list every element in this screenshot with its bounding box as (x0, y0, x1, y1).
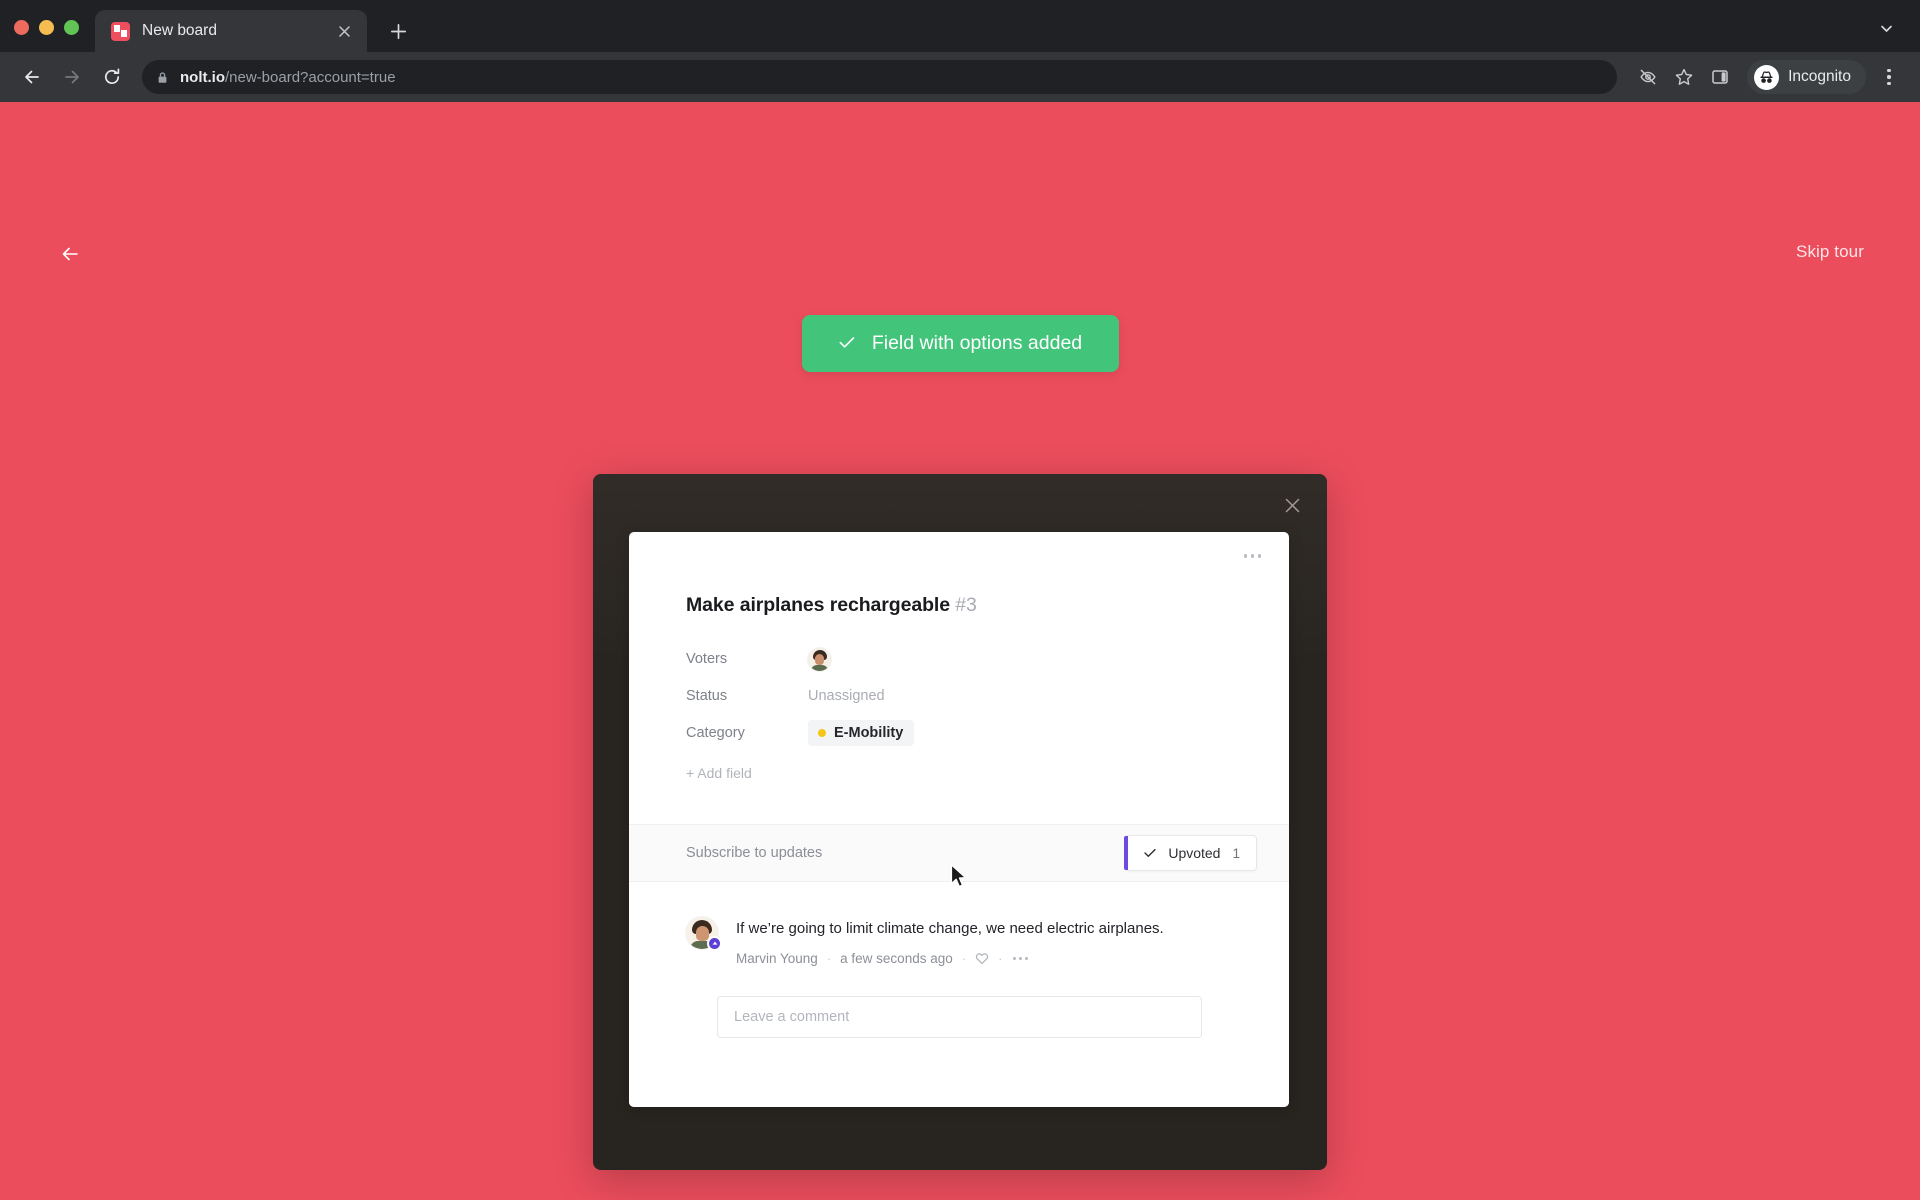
incognito-label: Incognito (1788, 68, 1851, 85)
new-tab-button[interactable] (381, 14, 415, 48)
eye-off-icon[interactable] (1631, 60, 1665, 94)
toast-notification: Field with options added (802, 315, 1119, 372)
upvote-badge-icon (707, 936, 722, 951)
plus-icon (390, 23, 406, 39)
chevron-down-icon (1880, 25, 1892, 32)
browser-window: New board nolt.io/new-board?account=true (0, 0, 1920, 1200)
comment-text: If we’re going to limit climate change, … (736, 920, 1164, 937)
side-panel-icon[interactable] (1703, 60, 1737, 94)
page-title: Make airplanes rechargeable #3 (686, 594, 1289, 617)
field-list: Voters Status Unassigned Category E-Mobi… (686, 641, 1289, 751)
arrow-left-icon (62, 247, 78, 261)
comment-input[interactable]: Leave a comment (717, 995, 1202, 1038)
post-title-text: Make airplanes rechargeable (686, 594, 950, 616)
check-icon (1144, 846, 1157, 861)
upvote-count: 1 (1232, 845, 1240, 861)
page-back-button[interactable] (53, 237, 87, 271)
more-horizontal-icon[interactable] (1238, 546, 1268, 566)
comment-main: If we’re going to limit climate change, … (736, 917, 1164, 966)
tab-strip: New board (0, 0, 1920, 52)
category-dot-icon (818, 729, 826, 737)
url-text: nolt.io/new-board?account=true (180, 69, 396, 86)
back-button[interactable] (14, 59, 50, 95)
heart-icon[interactable] (975, 952, 989, 965)
meta-separator: · (998, 950, 1003, 966)
toast-message: Field with options added (871, 332, 1083, 354)
upvote-label: Upvoted (1168, 845, 1221, 861)
close-window-button[interactable] (14, 20, 29, 35)
skip-tour-link[interactable]: Skip tour (1796, 242, 1864, 262)
field-row-category[interactable]: Category E-Mobility (686, 715, 1289, 751)
subscribe-bar-wrapper: Subscribe to updates Upvoted 1 (629, 824, 1289, 882)
more-horizontal-icon[interactable] (1011, 953, 1030, 964)
upvote-button[interactable]: Upvoted 1 (1124, 835, 1257, 871)
lock-icon (156, 71, 169, 84)
browser-toolbar: nolt.io/new-board?account=true Incognito (0, 52, 1920, 102)
subscribe-to-updates-button[interactable]: Subscribe to updates (686, 845, 822, 861)
reload-icon (104, 68, 120, 85)
kebab-menu-icon[interactable] (1872, 60, 1906, 94)
subscribe-bar: Subscribe to updates Upvoted 1 (629, 824, 1289, 882)
check-icon (839, 334, 855, 354)
close-icon[interactable] (1277, 490, 1307, 520)
field-value-status: Unassigned (808, 688, 885, 704)
page-content: Skip tour Field with options added Make … (0, 102, 1920, 1200)
browser-tab[interactable]: New board (95, 10, 367, 52)
field-label: Status (686, 688, 728, 704)
comment-timestamp: a few seconds ago (840, 950, 953, 966)
post-details: Make airplanes rechargeable #3 Voters St… (629, 532, 1289, 781)
meta-separator: · (961, 950, 967, 966)
tab-title: New board (142, 22, 217, 39)
incognito-icon (1754, 64, 1780, 90)
nolt-favicon (111, 21, 130, 41)
url-path: /new-board?account=true (225, 68, 396, 86)
post-modal: Make airplanes rechargeable #3 Voters St… (593, 474, 1327, 1170)
window-controls (14, 20, 95, 52)
field-label: Voters (686, 651, 728, 667)
field-row-status[interactable]: Status Unassigned (686, 678, 1289, 714)
meta-separator: · (826, 950, 832, 966)
post-card: Make airplanes rechargeable #3 Voters St… (629, 532, 1289, 1107)
list-item: If we’re going to limit climate change, … (629, 917, 1289, 966)
toolbar-icons: Incognito (1631, 60, 1906, 94)
comments-section: If we’re going to limit climate change, … (629, 882, 1289, 1107)
comment-author: Marvin Young (736, 950, 818, 966)
reload-button[interactable] (94, 59, 130, 95)
tab-search-button[interactable] (1870, 12, 1902, 44)
url-domain: nolt.io (180, 68, 225, 86)
incognito-profile-button[interactable]: Incognito (1747, 60, 1866, 94)
avatar[interactable] (808, 647, 831, 671)
post-number: #3 (955, 594, 977, 616)
field-row-voters: Voters (686, 641, 1289, 677)
maximize-window-button[interactable] (64, 20, 79, 35)
minimize-window-button[interactable] (39, 20, 54, 35)
arrow-left-icon (25, 70, 39, 84)
comment-avatar-wrapper (686, 917, 722, 951)
forward-button[interactable] (54, 59, 90, 95)
star-icon[interactable] (1667, 60, 1701, 94)
status-badge[interactable]: E-Mobility (808, 720, 915, 746)
close-icon[interactable] (333, 20, 355, 42)
field-label: Category (686, 725, 745, 741)
comment-meta: Marvin Young · a few seconds ago · · (736, 951, 1164, 966)
add-field-button[interactable]: + Add field (686, 765, 1289, 781)
chip-label: E-Mobility (834, 725, 904, 741)
address-bar[interactable]: nolt.io/new-board?account=true (142, 60, 1618, 94)
arrow-right-icon (65, 70, 79, 84)
